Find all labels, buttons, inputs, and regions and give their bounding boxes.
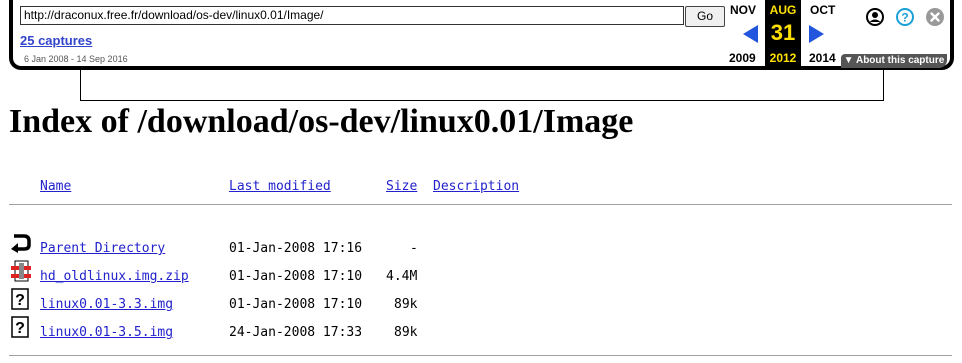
close-icon[interactable]: [926, 8, 944, 26]
current-capture-column: AUG 31 2012: [765, 0, 801, 66]
svg-text:?: ?: [15, 292, 25, 309]
current-day-label: 31: [770, 20, 796, 45]
unknown-file-icon: ?: [10, 316, 32, 338]
list-item-name[interactable]: linux0.01-3.3.img: [40, 297, 173, 312]
next-capture-arrow-icon[interactable]: [809, 25, 824, 43]
list-item-name[interactable]: linux0.01-3.5.img: [40, 325, 173, 340]
list-item-size: -: [410, 241, 418, 256]
list-item-size: 89k: [394, 297, 418, 312]
list-item-modified: 01-Jan-2008 17:10: [229, 297, 363, 312]
list-item-name[interactable]: Parent Directory: [40, 241, 165, 256]
prev-month-label[interactable]: NOV: [730, 3, 756, 17]
current-month-label: AUG: [769, 3, 797, 17]
help-icon[interactable]: ?: [896, 8, 914, 26]
about-capture-button[interactable]: ▼ About this capture: [841, 54, 947, 68]
url-input[interactable]: http://draconux.free.fr/download/os-dev/…: [20, 6, 684, 25]
compressed-file-icon: [10, 260, 32, 282]
list-item-modified: 01-Jan-2008 17:10: [229, 269, 363, 284]
toolbar-placeholder-box: [80, 70, 884, 101]
column-last-modified-header[interactable]: Last modified: [229, 179, 331, 194]
list-item-size: 4.4M: [386, 269, 418, 284]
user-icon[interactable]: [866, 8, 884, 26]
current-year-label: 2012: [769, 51, 797, 65]
back-icon: [10, 231, 32, 253]
go-button[interactable]: Go: [685, 6, 725, 27]
header-divider: [9, 204, 952, 205]
column-description-header[interactable]: Description: [433, 179, 519, 194]
list-item-modified: 01-Jan-2008 17:16: [229, 241, 363, 256]
captures-link[interactable]: 25 captures: [20, 33, 92, 48]
next-month-label[interactable]: OCT: [810, 3, 835, 17]
unknown-file-icon: ?: [10, 288, 32, 310]
wayback-toolbar: http://draconux.free.fr/download/os-dev/…: [9, 0, 954, 70]
prev-year-label[interactable]: 2009: [729, 51, 756, 65]
page-title: Index of /download/os-dev/linux0.01/Imag…: [9, 103, 634, 140]
list-item-name[interactable]: hd_oldlinux.img.zip: [40, 269, 189, 284]
prev-capture-arrow-icon[interactable]: [743, 25, 758, 43]
footer-divider: [9, 355, 952, 356]
column-size-header[interactable]: Size: [386, 179, 417, 194]
svg-text:?: ?: [901, 11, 908, 25]
list-item-modified: 24-Jan-2008 17:33: [229, 325, 363, 340]
next-year-label[interactable]: 2014: [809, 51, 836, 65]
list-item-size: 89k: [394, 325, 418, 340]
captures-date-range: 6 Jan 2008 - 14 Sep 2016: [24, 54, 128, 64]
svg-text:?: ?: [15, 320, 25, 337]
column-name-header[interactable]: Name: [40, 179, 71, 194]
